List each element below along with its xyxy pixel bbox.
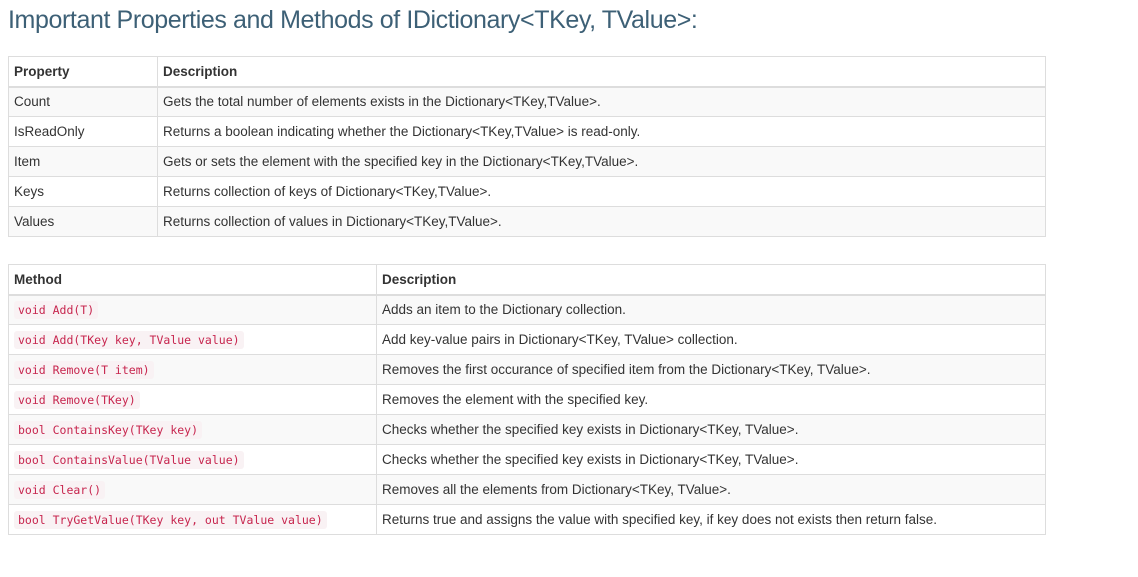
method-description: Checks whether the specified key exists … bbox=[376, 444, 1046, 475]
method-description: Removes the element with the specified k… bbox=[376, 384, 1046, 415]
property-description: Returns collection of values in Dictiona… bbox=[157, 206, 1046, 237]
properties-table: Property Description Count Gets the tota… bbox=[8, 56, 1046, 237]
method-cell: void Clear() bbox=[8, 474, 377, 505]
page-title: Important Properties and Methods of IDic… bbox=[8, 6, 698, 34]
method-description: Checks whether the specified key exists … bbox=[376, 414, 1046, 445]
method-cell: void Add(TKey key, TValue value) bbox=[8, 324, 377, 355]
method-signature: void Remove(TKey) bbox=[14, 391, 140, 409]
property-name: Count bbox=[8, 86, 158, 117]
table-row: Count Gets the total number of elements … bbox=[8, 86, 1046, 117]
methods-table: Method Description void Add(T) Adds an i… bbox=[8, 264, 1046, 535]
table-row: void Remove(T item) Removes the first oc… bbox=[8, 354, 1046, 385]
table-row: void Add(TKey key, TValue value) Add key… bbox=[8, 324, 1046, 355]
method-description: Returns true and assigns the value with … bbox=[376, 504, 1046, 535]
method-signature: void Remove(T item) bbox=[14, 361, 154, 379]
properties-header-row: Property Description bbox=[8, 56, 1046, 88]
method-description: Add key-value pairs in Dictionary<TKey, … bbox=[376, 324, 1046, 355]
method-column-header: Method bbox=[8, 264, 377, 296]
method-cell: bool TryGetValue(TKey key, out TValue va… bbox=[8, 504, 377, 535]
methods-header-row: Method Description bbox=[8, 264, 1046, 296]
table-row: Keys Returns collection of keys of Dicti… bbox=[8, 176, 1046, 207]
property-column-header: Property bbox=[8, 56, 158, 88]
method-signature: bool TryGetValue(TKey key, out TValue va… bbox=[14, 511, 327, 529]
method-cell: void Add(T) bbox=[8, 294, 377, 325]
table-row: void Remove(TKey) Removes the element wi… bbox=[8, 384, 1046, 415]
method-cell: void Remove(T item) bbox=[8, 354, 377, 385]
method-description: Removes all the elements from Dictionary… bbox=[376, 474, 1046, 505]
table-row: Values Returns collection of values in D… bbox=[8, 206, 1046, 237]
method-signature: void Add(TKey key, TValue value) bbox=[14, 331, 244, 349]
property-description: Gets or sets the element with the specif… bbox=[157, 146, 1046, 177]
description-column-header: Description bbox=[157, 56, 1046, 88]
property-description: Gets the total number of elements exists… bbox=[157, 86, 1046, 117]
method-signature: void Add(T) bbox=[14, 301, 99, 320]
property-name: Values bbox=[8, 206, 158, 237]
table-row: void Add(T) Adds an item to the Dictiona… bbox=[8, 294, 1046, 325]
property-name: Keys bbox=[8, 176, 158, 207]
method-description: Adds an item to the Dictionary collectio… bbox=[376, 294, 1046, 325]
method-signature: bool ContainsKey(TKey key) bbox=[14, 421, 203, 439]
property-name: Item bbox=[8, 146, 158, 177]
description-column-header: Description bbox=[376, 264, 1046, 296]
property-description: Returns a boolean indicating whether the… bbox=[157, 116, 1046, 147]
table-row: bool ContainsKey(TKey key) Checks whethe… bbox=[8, 414, 1046, 445]
method-cell: void Remove(TKey) bbox=[8, 384, 377, 415]
table-row: IsReadOnly Returns a boolean indicating … bbox=[8, 116, 1046, 147]
property-name: IsReadOnly bbox=[8, 116, 158, 147]
method-cell: bool ContainsKey(TKey key) bbox=[8, 414, 377, 445]
method-signature: void Clear() bbox=[14, 481, 106, 499]
method-cell: bool ContainsValue(TValue value) bbox=[8, 444, 377, 475]
table-row: bool TryGetValue(TKey key, out TValue va… bbox=[8, 504, 1046, 535]
property-description: Returns collection of keys of Dictionary… bbox=[157, 176, 1046, 207]
method-description: Removes the first occurance of specified… bbox=[376, 354, 1046, 385]
table-row: bool ContainsValue(TValue value) Checks … bbox=[8, 444, 1046, 475]
table-row: Item Gets or sets the element with the s… bbox=[8, 146, 1046, 177]
method-signature: bool ContainsValue(TValue value) bbox=[14, 451, 244, 469]
table-row: void Clear() Removes all the elements fr… bbox=[8, 474, 1046, 505]
